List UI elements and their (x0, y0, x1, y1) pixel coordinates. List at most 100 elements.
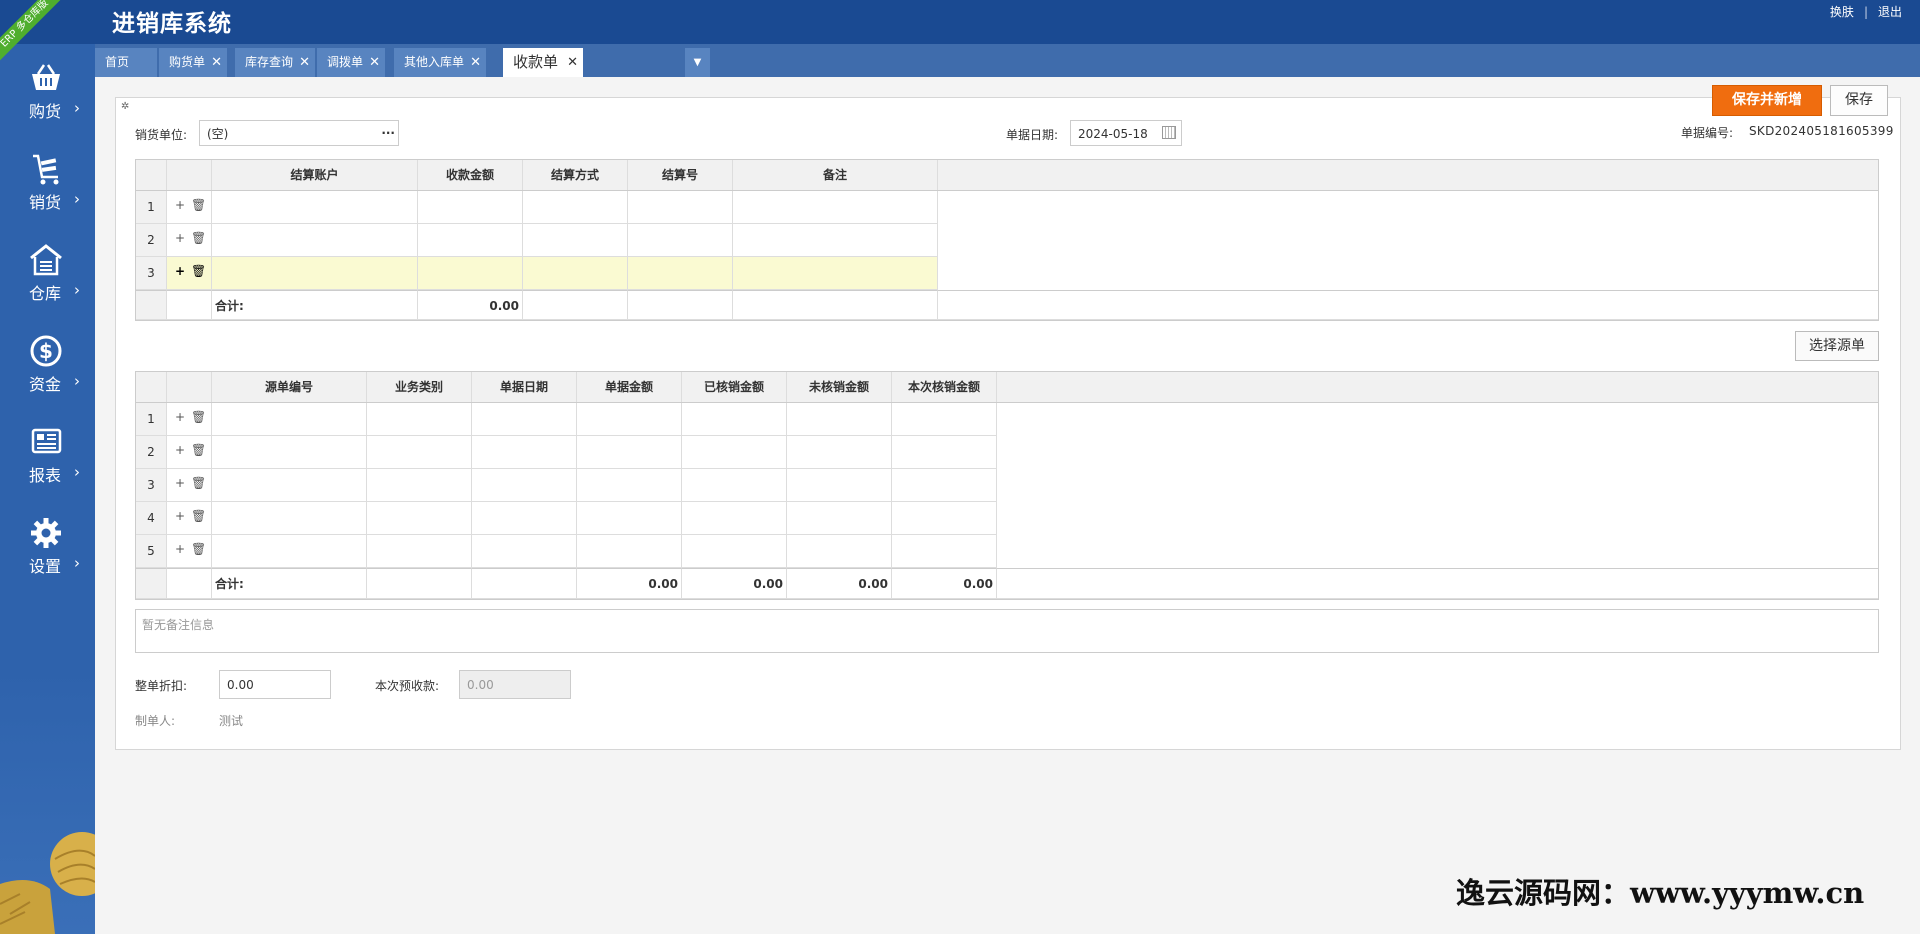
close-icon[interactable]: ✕ (567, 48, 578, 77)
save-button[interactable]: 保存 (1830, 85, 1888, 116)
doc-date-cell[interactable] (472, 502, 577, 535)
doc-date-cell[interactable] (472, 403, 577, 436)
amount-cell[interactable] (418, 191, 523, 224)
source-no-cell[interactable] (212, 502, 367, 535)
tab-inventory-query[interactable]: 库存查询 ✕ (235, 48, 315, 77)
unwritten-cell[interactable] (787, 436, 892, 469)
unwritten-cell[interactable] (787, 535, 892, 568)
doc-amount-cell[interactable] (577, 436, 682, 469)
header-cell: 收款金额 (418, 160, 523, 190)
doc-amount-cell[interactable] (577, 403, 682, 436)
doc-amount-cell[interactable] (577, 535, 682, 568)
biz-type-cell[interactable] (367, 469, 472, 502)
sidebar-item-funds[interactable]: $ 资金 › (0, 327, 95, 409)
logout-link[interactable]: 退出 (1878, 5, 1902, 19)
close-icon[interactable]: ✕ (299, 48, 310, 77)
close-icon[interactable]: ✕ (369, 48, 380, 77)
written-off-cell[interactable] (682, 469, 787, 502)
trash-icon[interactable]: 🗑 (191, 542, 206, 556)
doc-amount-cell[interactable] (577, 502, 682, 535)
trash-icon[interactable]: 🗑 (191, 443, 206, 457)
written-off-cell[interactable] (682, 403, 787, 436)
amount-cell[interactable] (418, 224, 523, 257)
save-and-new-button[interactable]: 保存并新增 (1712, 85, 1822, 116)
header-cell: 源单编号 (212, 372, 367, 402)
source-no-cell[interactable] (212, 403, 367, 436)
settle-no-cell[interactable] (628, 257, 733, 290)
memo-textarea[interactable]: 暂无备注信息 (135, 609, 1879, 653)
method-cell[interactable] (523, 224, 628, 257)
add-row-icon[interactable]: + (175, 476, 185, 490)
remark-cell[interactable] (733, 257, 938, 290)
this-writeoff-cell[interactable] (892, 403, 997, 436)
add-row-icon[interactable]: + (175, 264, 185, 278)
doc-date-cell[interactable] (472, 535, 577, 568)
settle-no-cell[interactable] (628, 224, 733, 257)
tab-other-inbound[interactable]: 其他入库单 ✕ (394, 48, 486, 77)
add-row-icon[interactable]: + (175, 198, 185, 212)
add-row-icon[interactable]: + (175, 443, 185, 457)
total-written-off: 0.00 (682, 568, 787, 599)
add-row-icon[interactable]: + (175, 410, 185, 424)
more-icon[interactable]: ··· (381, 120, 395, 146)
doc-date-cell[interactable] (472, 469, 577, 502)
remark-cell[interactable] (733, 224, 938, 257)
customer-field[interactable]: (空) ··· (199, 120, 399, 146)
written-off-cell[interactable] (682, 535, 787, 568)
trash-icon[interactable]: 🗑 (191, 231, 206, 245)
account-cell[interactable] (212, 191, 418, 224)
doc-amount-cell[interactable] (577, 469, 682, 502)
remark-cell[interactable] (733, 191, 938, 224)
unwritten-cell[interactable] (787, 502, 892, 535)
sidebar-item-settings[interactable]: 设置 › (0, 509, 95, 591)
trash-icon[interactable]: 🗑 (191, 264, 206, 278)
method-cell[interactable] (523, 257, 628, 290)
method-cell[interactable] (523, 191, 628, 224)
source-no-cell[interactable] (212, 469, 367, 502)
this-writeoff-cell[interactable] (892, 502, 997, 535)
tab-transfer-order[interactable]: 调拨单 ✕ (317, 48, 385, 77)
row-number-empty (136, 290, 167, 320)
discount-input[interactable]: 0.00 (219, 670, 331, 699)
account-cell[interactable] (212, 224, 418, 257)
select-source-button[interactable]: 选择源单 (1795, 331, 1879, 361)
sidebar-item-warehouse[interactable]: 仓库 › (0, 236, 95, 318)
trash-icon[interactable]: 🗑 (191, 509, 206, 523)
this-writeoff-cell[interactable] (892, 436, 997, 469)
close-icon[interactable]: ✕ (470, 48, 481, 77)
sidebar-item-reports[interactable]: 报表 › (0, 418, 95, 500)
written-off-cell[interactable] (682, 436, 787, 469)
unwritten-cell[interactable] (787, 469, 892, 502)
settle-no-cell[interactable] (628, 191, 733, 224)
tab-dropdown-icon[interactable]: ▼ (685, 48, 710, 77)
add-row-icon[interactable]: + (175, 231, 185, 245)
tab-receipt[interactable]: 收款单 ✕ (503, 48, 583, 77)
source-no-cell[interactable] (212, 535, 367, 568)
tab-purchase-order[interactable]: 购货单 ✕ (159, 48, 227, 77)
sidebar-item-purchase[interactable]: 购货 › (0, 54, 95, 136)
this-writeoff-cell[interactable] (892, 469, 997, 502)
date-field[interactable]: 2024-05-18 (1070, 120, 1182, 146)
trash-icon[interactable]: 🗑 (191, 476, 206, 490)
biz-type-cell[interactable] (367, 436, 472, 469)
add-row-icon[interactable]: + (175, 542, 185, 556)
tab-home[interactable]: 首页 (95, 48, 157, 77)
trash-icon[interactable]: 🗑 (191, 410, 206, 424)
skin-link[interactable]: 换肤 (1830, 5, 1854, 19)
source-no-cell[interactable] (212, 436, 367, 469)
amount-cell[interactable] (418, 257, 523, 290)
calendar-icon[interactable] (1162, 126, 1176, 139)
this-writeoff-cell[interactable] (892, 535, 997, 568)
written-off-cell[interactable] (682, 502, 787, 535)
trash-icon[interactable]: 🗑 (191, 198, 206, 212)
unwritten-cell[interactable] (787, 403, 892, 436)
account-cell[interactable] (212, 257, 418, 290)
sidebar-item-sales[interactable]: 销货 › (0, 145, 95, 227)
biz-type-cell[interactable] (367, 403, 472, 436)
add-row-icon[interactable]: + (175, 509, 185, 523)
biz-type-cell[interactable] (367, 535, 472, 568)
biz-type-cell[interactable] (367, 502, 472, 535)
close-icon[interactable]: ✕ (211, 48, 222, 77)
settings-small-icon[interactable]: ✲ (121, 101, 129, 112)
doc-date-cell[interactable] (472, 436, 577, 469)
